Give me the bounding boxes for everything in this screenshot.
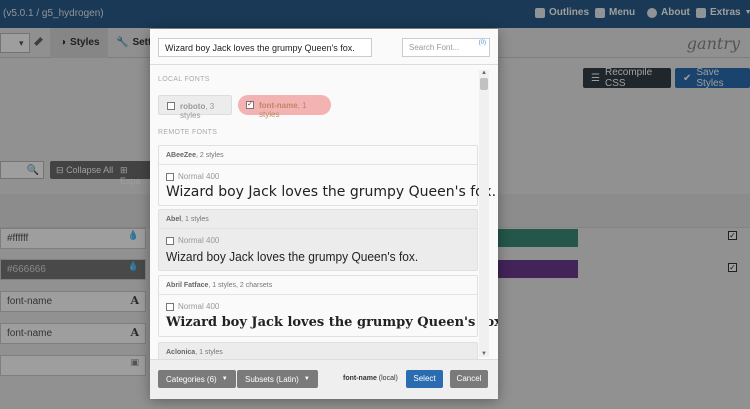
categories-dropdown[interactable]: Categories (6) ▼ [158, 370, 236, 388]
variant-checkbox[interactable] [166, 302, 174, 311]
font-picker-modal: Wizard boy Jack loves the grumpy Queen's… [150, 29, 498, 399]
remote-fonts-title: REMOTE FONTS [158, 129, 218, 136]
scroll-up-icon[interactable]: ▲ [481, 70, 487, 76]
variant-checkbox[interactable] [166, 236, 174, 245]
checkbox-font-name[interactable]: ✓ [246, 101, 254, 109]
modal-header: Wizard boy Jack loves the grumpy Queen's… [150, 29, 498, 65]
select-button[interactable]: Select [406, 370, 443, 388]
local-font-font-name[interactable]: ✓ font-name, 1 styles [238, 95, 331, 119]
preview-text-input[interactable]: Wizard boy Jack loves the grumpy Queen's… [158, 38, 372, 57]
font-sample: Wizard boy Jack loves the grumpy Queen's… [166, 249, 419, 264]
clear-search-icon[interactable]: (0) [479, 40, 486, 46]
caret-down-icon: ▼ [303, 376, 310, 382]
subsets-dropdown[interactable]: Subsets (Latin) ▼ [237, 370, 318, 388]
modal-footer: Categories (6) ▼ Subsets (Latin) ▼ font-… [150, 359, 498, 399]
font-sample: Wizard boy Jack loves the grumpy Queen's… [166, 184, 497, 200]
font-list-scrollbar[interactable]: ▲ ▼ [479, 70, 489, 357]
font-card-abel[interactable]: Abel, 1 styles Normal 400 Wizard boy Jac… [158, 209, 478, 271]
font-sample: Wizard boy Jack loves the grumpy Queen's… [166, 315, 498, 330]
variant-option[interactable]: Normal 400 [166, 236, 219, 245]
cancel-button[interactable]: Cancel [450, 370, 488, 388]
checkbox-roboto[interactable] [167, 102, 175, 110]
variant-option[interactable]: Normal 400 [166, 172, 219, 181]
scrollbar-thumb[interactable] [480, 78, 488, 90]
selected-font-info: font-name (local) [343, 375, 398, 382]
font-card-abril-fatface[interactable]: Abril Fatface, 1 styles, 2 charsets Norm… [158, 275, 498, 337]
search-font-input[interactable]: Search Font... (0) [402, 38, 490, 57]
local-font-roboto[interactable]: roboto, 3 styles [158, 95, 232, 120]
font-card-aclonica[interactable]: Aclonica, 1 styles [158, 342, 478, 359]
font-list: LOCAL FONTS roboto, 3 styles ✓ font-name… [150, 66, 498, 359]
variant-checkbox[interactable] [166, 172, 174, 181]
local-fonts-title: LOCAL FONTS [158, 76, 210, 83]
variant-option[interactable]: Normal 400 [166, 302, 219, 311]
caret-down-icon: ▼ [221, 376, 228, 382]
scroll-down-icon[interactable]: ▼ [481, 351, 487, 357]
font-card-abeezee[interactable]: ABeeZee, 2 styles Normal 400 Wizard boy … [158, 145, 496, 206]
